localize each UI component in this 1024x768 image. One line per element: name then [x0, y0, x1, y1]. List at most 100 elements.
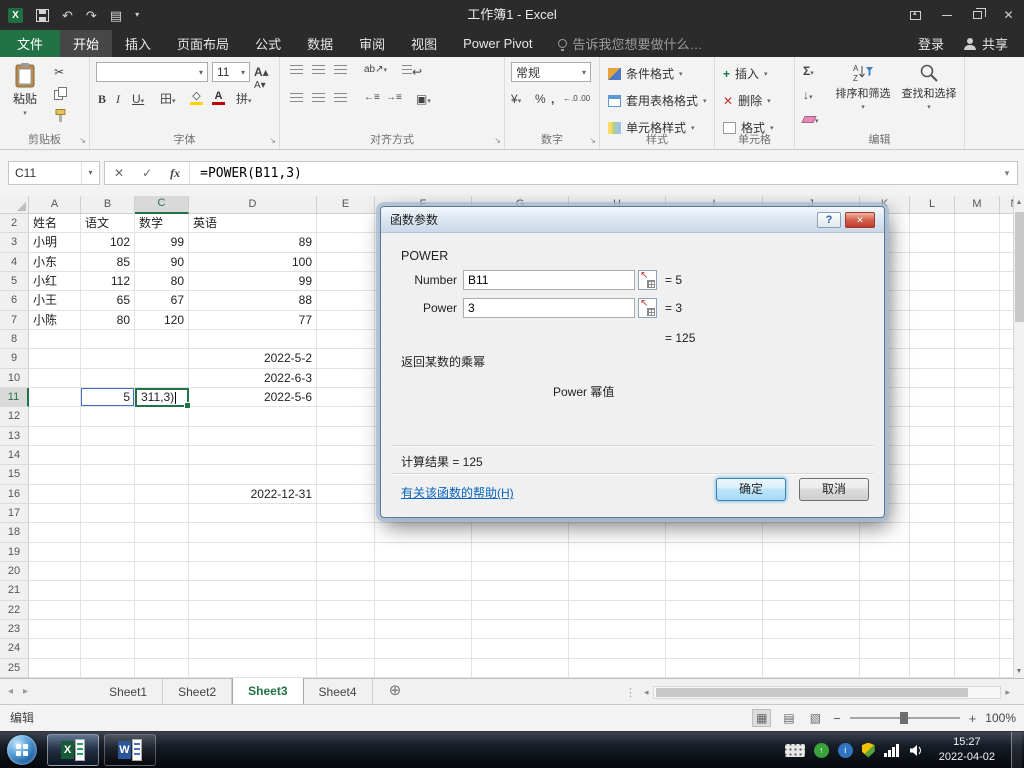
tab-插入[interactable]: 插入 — [112, 30, 164, 57]
row-header-19[interactable]: 19 — [0, 543, 29, 562]
cell-a14[interactable] — [29, 446, 81, 465]
underline-icon[interactable]: U▾ — [132, 93, 144, 105]
number-range-selector-button[interactable]: ↖ — [638, 270, 657, 290]
cell-b25[interactable] — [81, 659, 135, 678]
cell-l8[interactable] — [910, 330, 955, 349]
cell-j21[interactable] — [763, 581, 860, 600]
cell-a17[interactable] — [29, 504, 81, 523]
cell-b6[interactable]: 65 — [81, 291, 135, 310]
cell-a9[interactable] — [29, 349, 81, 368]
zoom-slider-thumb[interactable] — [900, 712, 908, 724]
cell-e3[interactable] — [317, 233, 375, 252]
cell-c20[interactable] — [135, 562, 189, 581]
cell-n24[interactable] — [1000, 639, 1013, 658]
increase-decimal-icon[interactable]: ←.0 — [563, 95, 578, 103]
row-header-7[interactable]: 7 — [0, 311, 29, 330]
cell-c14[interactable] — [135, 446, 189, 465]
cell-e12[interactable] — [317, 407, 375, 426]
merge-center-icon[interactable]: ▣▾ — [416, 93, 431, 105]
cell-e24[interactable] — [317, 639, 375, 658]
cell-b7[interactable]: 80 — [81, 311, 135, 330]
cell-j25[interactable] — [763, 659, 860, 678]
cell-e8[interactable] — [317, 330, 375, 349]
row-header-3[interactable]: 3 — [0, 233, 29, 252]
cell-e20[interactable] — [317, 562, 375, 581]
font-name-combo[interactable]: ▾ — [96, 62, 208, 82]
scroll-right-icon[interactable]: ▸ — [1005, 687, 1010, 698]
scroll-left-icon[interactable]: ◂ — [644, 687, 649, 698]
start-button[interactable] — [7, 735, 37, 765]
bold-icon[interactable]: B — [98, 93, 106, 105]
taskbar-clock[interactable]: 15:27 2022-04-02 — [932, 735, 1002, 765]
cell-l18[interactable] — [910, 523, 955, 542]
cell-l10[interactable] — [910, 369, 955, 388]
cell-f21[interactable] — [375, 581, 472, 600]
row-header-9[interactable]: 9 — [0, 349, 29, 368]
cell-c22[interactable] — [135, 601, 189, 620]
horizontal-scroll-track[interactable] — [653, 686, 1002, 699]
cell-e21[interactable] — [317, 581, 375, 600]
row-header-8[interactable]: 8 — [0, 330, 29, 349]
cell-k19[interactable] — [860, 543, 910, 562]
row-header-16[interactable]: 16 — [0, 485, 29, 504]
cell-a19[interactable] — [29, 543, 81, 562]
number-dialog-launcher[interactable]: ↘ — [589, 136, 596, 145]
percent-format-icon[interactable]: % — [535, 93, 546, 105]
customize-qat-icon[interactable]: ▾ — [135, 11, 139, 19]
cell-a6[interactable]: 小王 — [29, 291, 81, 310]
function-help-link[interactable]: 有关该函数的帮助(H) — [401, 484, 514, 501]
cell-c4[interactable]: 90 — [135, 253, 189, 272]
cell-e13[interactable] — [317, 427, 375, 446]
row-header-4[interactable]: 4 — [0, 253, 29, 272]
column-header-b[interactable]: B — [81, 196, 135, 214]
cell-c6[interactable]: 67 — [135, 291, 189, 310]
cell-e16[interactable] — [317, 485, 375, 504]
column-header-m[interactable]: M — [955, 196, 1000, 214]
redo-icon[interactable]: ↷ — [86, 9, 97, 22]
expand-formula-bar-icon[interactable]: ▾ — [997, 168, 1017, 179]
cell-m11[interactable] — [955, 388, 1000, 407]
cell-c5[interactable]: 80 — [135, 272, 189, 291]
cell-b11[interactable]: 5 — [81, 388, 135, 407]
cell-g20[interactable] — [472, 562, 569, 581]
increase-indent-icon[interactable]: →≡ — [386, 93, 402, 103]
column-header-l[interactable]: L — [910, 196, 955, 214]
cell-c12[interactable] — [135, 407, 189, 426]
row-header-14[interactable]: 14 — [0, 446, 29, 465]
cell-g18[interactable] — [472, 523, 569, 542]
find-select-button[interactable]: 查找和选择 ▾ — [897, 63, 961, 111]
cell-b24[interactable] — [81, 639, 135, 658]
cell-n17[interactable] — [1000, 504, 1013, 523]
insert-function-icon[interactable]: fx — [161, 166, 189, 181]
tab-公式[interactable]: 公式 — [242, 30, 294, 57]
decrease-decimal-icon[interactable]: .00 — [579, 95, 590, 103]
row-header-22[interactable]: 22 — [0, 601, 29, 620]
decrease-indent-icon[interactable]: ←≡ — [364, 93, 380, 103]
cell-l23[interactable] — [910, 620, 955, 639]
tab-页面布局[interactable]: 页面布局 — [164, 30, 242, 57]
cell-l16[interactable] — [910, 485, 955, 504]
tab-审阅[interactable]: 审阅 — [346, 30, 398, 57]
decrease-font-icon[interactable]: A▾ — [254, 81, 266, 91]
row-header-10[interactable]: 10 — [0, 369, 29, 388]
cell-m21[interactable] — [955, 581, 1000, 600]
cell-l11[interactable] — [910, 388, 955, 407]
confirm-entry-icon[interactable]: ✓ — [133, 166, 161, 180]
cell-b13[interactable] — [81, 427, 135, 446]
new-sheet-button[interactable]: ⊕ — [387, 683, 404, 700]
cell-n23[interactable] — [1000, 620, 1013, 639]
zoom-slider[interactable] — [850, 717, 960, 719]
tell-me-box[interactable]: 告诉我您想要做什么… — [546, 30, 715, 57]
row-header-11[interactable]: 11 — [0, 388, 29, 407]
cell-e15[interactable] — [317, 465, 375, 484]
cell-i23[interactable] — [666, 620, 763, 639]
input-method-icon[interactable] — [785, 744, 805, 757]
cell-m18[interactable] — [955, 523, 1000, 542]
cell-c23[interactable] — [135, 620, 189, 639]
cut-icon[interactable]: ✂ — [54, 66, 64, 78]
cell-l2[interactable] — [910, 214, 955, 233]
cell-b3[interactable]: 102 — [81, 233, 135, 252]
font-size-combo[interactable]: 11▾ — [212, 62, 250, 82]
sheet-tab-sheet3[interactable]: Sheet3 — [232, 678, 303, 704]
cell-e25[interactable] — [317, 659, 375, 678]
